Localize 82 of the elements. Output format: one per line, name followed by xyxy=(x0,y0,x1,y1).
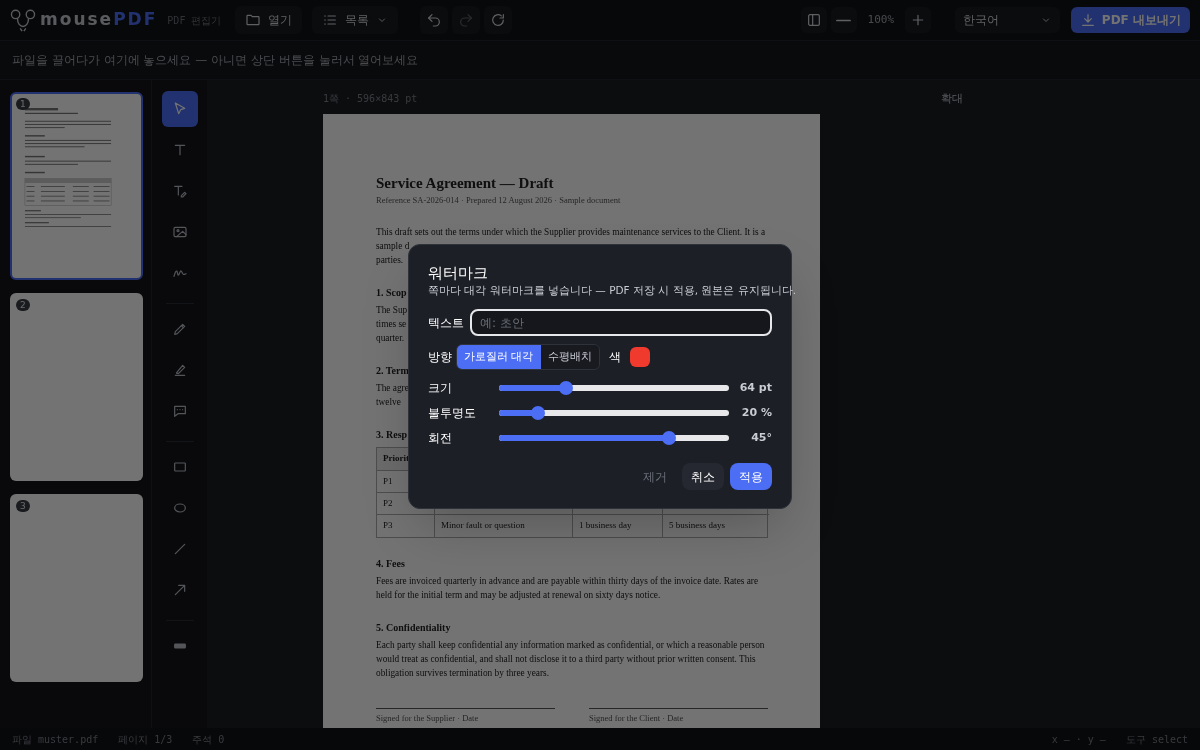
paragraph-line: The Sup xyxy=(376,304,408,317)
page-view-label: 확대 xyxy=(941,91,963,105)
folder-icon xyxy=(245,12,262,28)
direction-option[interactable]: 수평배치 xyxy=(540,345,599,369)
table-cell: P3 xyxy=(377,515,435,537)
slider-label: 크기 xyxy=(428,380,453,397)
paragraph-line: Each party shall keep confidential any information marked as confidential, or which a reasonable person xyxy=(376,639,765,652)
drop-hint-text: 파일을 끌어다가 여기에 놓으세요 — 아니면 상단 버튼을 눌러서 열어보세요 xyxy=(12,52,419,69)
paragraph-line: would treat as confidential, and shall not disclose it to a third party without prior written consent. This xyxy=(376,653,756,666)
table-cell: Minor fault or question xyxy=(435,515,573,537)
ellipse-tool-icon xyxy=(171,500,188,516)
zoom-in-button[interactable] xyxy=(904,7,931,33)
page-number-badge: 1 xyxy=(16,98,30,110)
slider-label: 불투명도 xyxy=(428,405,477,422)
color-swatch[interactable] xyxy=(629,347,650,367)
logo-text: PDF xyxy=(113,8,158,32)
slider-value: 64 pt xyxy=(738,379,772,396)
section-heading: 1. Scop xyxy=(376,286,407,300)
paragraph-line: Fees are invoiced quarterly in advance and are payable within thirty days of the invoice date. Rates are xyxy=(376,575,759,588)
dialog-button[interactable]: 제거 xyxy=(634,463,676,490)
rectangle-tool-icon xyxy=(171,459,188,475)
undo-button[interactable] xyxy=(420,6,449,34)
slider-thumb[interactable] xyxy=(662,431,677,445)
minus-icon xyxy=(836,18,852,22)
direction-option[interactable]: 가로질러 대각 xyxy=(457,345,541,369)
mouse-logo-icon xyxy=(10,8,36,32)
paragraph-line: obligation survives termination by three years. xyxy=(376,667,549,680)
slider-label: 회전 xyxy=(428,430,453,447)
refresh-icon xyxy=(490,12,507,28)
paragraph-line: times se xyxy=(376,318,407,331)
section-heading: 3. Resp xyxy=(376,428,408,442)
sidebar-toggle-button[interactable] xyxy=(800,7,827,33)
image-tool-icon xyxy=(171,224,188,240)
edit-text-tool-icon xyxy=(171,183,188,199)
paragraph-line: quarter. xyxy=(376,332,405,345)
watermark-text-field[interactable]: 예: 초안 xyxy=(470,309,772,336)
dialog-button[interactable]: 적용 xyxy=(730,463,772,490)
zoom-level: 100% xyxy=(866,11,896,28)
paragraph-line: This draft sets out the terms under which the Supplier provides maintenance services to the Client. It is a xyxy=(376,226,766,239)
table-cell-text: 5 business days xyxy=(668,519,726,533)
section-heading: 2. Term xyxy=(376,364,409,378)
page-thumbnail[interactable]: 3 xyxy=(10,494,143,682)
page-thumbnail[interactable]: 1 xyxy=(10,92,143,280)
document-reference: Reference SA-2026-014 · Prepared 12 August 2026 · Sample document xyxy=(376,194,622,206)
paragraph-line: sample d xyxy=(376,240,410,253)
logo-text: mouse xyxy=(40,8,114,32)
paragraph-line: held for the initial term and may be adjusted at renewal on sixty days notice. xyxy=(376,589,661,602)
slider-thumb[interactable] xyxy=(558,381,573,395)
sidebar-icon xyxy=(805,12,822,28)
page-number-badge: 2 xyxy=(16,299,30,311)
pen-tool-icon xyxy=(171,321,188,337)
undo-icon xyxy=(426,12,443,28)
export-pdf-button[interactable]: PDF 내보내기 xyxy=(1070,7,1190,33)
slider-value: 20 % xyxy=(740,404,772,421)
redo-button[interactable] xyxy=(452,6,481,34)
tool-button[interactable] xyxy=(161,91,198,127)
section-heading: 5. Confidentiality xyxy=(376,621,451,635)
paragraph-line: twelve xyxy=(376,396,401,409)
page-number-badge: 3 xyxy=(16,500,30,512)
dialog-title: 워터마크 xyxy=(428,263,489,283)
dialog-button[interactable]: 취소 xyxy=(682,463,724,490)
dialog-description: 쪽마다 대각 워터마크를 넣습니다 — PDF 저장 시 적용, 원본은 유지됩니다. xyxy=(428,283,796,298)
zoom-out-button[interactable] xyxy=(830,7,857,33)
field-label: 방향 xyxy=(428,349,452,366)
field-label: 색 xyxy=(608,349,621,366)
page-thumbnail[interactable]: 2 xyxy=(10,293,143,481)
language-dropdown[interactable]: 한국어 xyxy=(954,7,1060,33)
field-label: 텍스트 xyxy=(428,314,464,332)
document-title: Service Agreement — Draft xyxy=(376,174,555,192)
list-menu-button[interactable]: 목록 xyxy=(312,6,399,34)
refresh-button[interactable] xyxy=(484,6,513,34)
comment-tool-icon xyxy=(171,403,188,419)
redo-icon xyxy=(458,12,475,28)
slider-thumb[interactable] xyxy=(531,406,546,420)
slider-value: 45° xyxy=(750,429,772,446)
section-heading: 4. Fees xyxy=(376,557,405,571)
paragraph-line: parties. xyxy=(376,254,404,267)
list-icon xyxy=(322,12,339,28)
table-cell: 1 business day xyxy=(573,515,663,537)
download-icon xyxy=(1079,12,1096,28)
open-button[interactable]: 열기 xyxy=(235,6,303,34)
paragraph-line: The agre xyxy=(376,382,409,395)
